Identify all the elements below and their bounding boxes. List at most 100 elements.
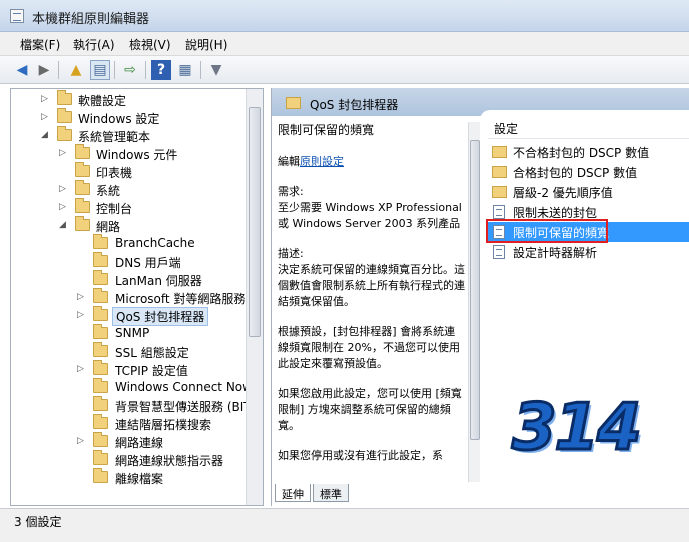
folder-icon [75, 162, 90, 177]
toolbar: ◀ ▶ ▲ ▤ ⇨ ? ▦ ▼ [0, 56, 689, 84]
column-divider [488, 138, 689, 139]
setting-icon [493, 245, 505, 259]
setting-title: 限制可保留的頻寬 [278, 123, 375, 137]
toolbar-separator [58, 61, 59, 79]
folder-icon [93, 414, 108, 429]
list-item[interactable]: 設定計時器解析 [488, 242, 689, 262]
edit-policy-link[interactable]: 原則設定 [300, 155, 344, 168]
menu-file[interactable]: 檔案(F) [20, 36, 60, 53]
folder-icon [93, 324, 108, 339]
tree-item-label: BranchCache [115, 236, 195, 250]
tree-item-label: 網路 [96, 220, 121, 234]
window-title: 本機群組原則編輯器 [32, 12, 150, 27]
folder-icon [286, 97, 301, 109]
scrollbar-thumb[interactable] [249, 107, 261, 337]
properties-icon[interactable]: ▦ [175, 60, 195, 80]
title-bar: 本機群組原則編輯器 [0, 0, 689, 32]
status-text: 3 個設定 [14, 515, 62, 529]
back-arrow-icon[interactable]: ◀ [12, 60, 32, 80]
expand-arrow-icon[interactable]: ▷ [41, 94, 51, 104]
show-hide-tree-icon[interactable]: ▤ [90, 60, 110, 80]
tree-scrollbar[interactable] [246, 89, 263, 505]
setting-icon [493, 205, 505, 219]
expand-arrow-icon[interactable]: ▷ [77, 436, 87, 446]
tree-item-label: Windows 元件 [96, 148, 178, 162]
list-item-label: 設定計時器解析 [513, 246, 598, 260]
export-list-icon[interactable]: ⇨ [120, 60, 140, 80]
collapse-arrow-icon[interactable]: ◢ [41, 130, 51, 140]
tree-item-label: Windows Connect Now [115, 380, 252, 394]
up-folder-icon[interactable]: ▲ [66, 60, 86, 80]
tree-item-label: SNMP [115, 326, 150, 340]
folder-icon [93, 450, 108, 465]
folder-icon [93, 432, 108, 447]
toolbar-separator [200, 61, 201, 79]
description-label: 描述: [278, 247, 304, 260]
list-item[interactable]: 合格封包的 DSCP 數值 [488, 162, 689, 182]
expand-arrow-icon[interactable]: ▷ [59, 202, 69, 212]
expand-arrow-icon[interactable]: ▷ [77, 310, 87, 320]
folder-icon [93, 288, 108, 303]
forward-arrow-icon[interactable]: ▶ [34, 60, 54, 80]
tree-item-label: 網路連線狀態指示器 [115, 454, 224, 468]
console-tree[interactable]: ▷ 軟體設定 ▷ Windows 設定 ◢ 系統管理範本 ▷ Windows 元… [10, 88, 264, 506]
tree-item-label: 系統管理範本 [78, 130, 151, 144]
requirement-label: 需求: [278, 185, 304, 198]
watermark-text: 314 [511, 390, 644, 467]
scrollbar-thumb[interactable] [470, 140, 480, 440]
collapse-arrow-icon[interactable]: ◢ [59, 220, 69, 230]
menu-help[interactable]: 說明(H) [185, 36, 227, 53]
folder-icon [492, 186, 507, 198]
tree-item-label: SSL 組態設定 [115, 346, 189, 360]
requirement-text: 至少需要 Windows XP Professional 或 Windows S… [278, 201, 462, 230]
folder-icon [492, 146, 507, 158]
help-icon[interactable]: ? [151, 60, 171, 80]
expand-arrow-icon[interactable]: ▷ [41, 112, 51, 122]
folder-icon [57, 108, 72, 123]
menu-view[interactable]: 檢視(V) [129, 36, 171, 53]
tree-item-label: 連結階層拓樸搜索 [115, 418, 212, 432]
filter-icon[interactable]: ▼ [206, 60, 226, 80]
folder-icon [93, 342, 108, 357]
folder-icon [93, 360, 108, 375]
highlight-box [486, 219, 608, 243]
menu-action[interactable]: 執行(A) [73, 36, 115, 53]
list-item[interactable]: 不合格封包的 DSCP 數值 [488, 142, 689, 162]
menu-bar: 檔案(F) 執行(A) 檢視(V) 說明(H) [0, 32, 689, 56]
folder-icon [75, 144, 90, 159]
folder-icon [492, 166, 507, 178]
tab-extended[interactable]: 延伸 [275, 484, 311, 502]
expand-arrow-icon[interactable]: ▷ [59, 184, 69, 194]
requirement-block: 需求: 至少需要 Windows XP Professional 或 Windo… [278, 184, 466, 232]
description-text: 決定系統可保留的連線頻寬百分比。這個數值會限制系統上所有執行程式的連結頻寬保留值… [278, 263, 465, 308]
toolbar-separator [114, 61, 115, 79]
column-header-setting[interactable]: 設定 [494, 120, 518, 137]
expand-arrow-icon[interactable]: ▷ [77, 292, 87, 302]
folder-icon [75, 216, 90, 231]
tree-item-label: LanMan 伺服器 [115, 274, 202, 288]
folder-icon [93, 378, 108, 393]
tree-item-label: 軟體設定 [78, 94, 127, 108]
description-block: 描述: 決定系統可保留的連線頻寬百分比。這個數值會限制系統上所有執行程式的連結頻… [278, 246, 466, 310]
list-item[interactable]: 層級-2 優先順序值 [488, 182, 689, 202]
tree-item-label: TCPIP 設定值 [115, 364, 188, 378]
tree-item-label: Microsoft 對等網路服務 [115, 292, 246, 306]
list-item-label: 層級-2 優先順序值 [513, 186, 613, 200]
setting-description: 限制可保留的頻寬 編輯原則設定 需求: 至少需要 Windows XP Prof… [278, 122, 466, 478]
list-item-label: 合格封包的 DSCP 數值 [513, 166, 638, 180]
toolbar-separator [145, 61, 146, 79]
folder-icon [57, 90, 72, 105]
edit-policy-line: 編輯原則設定 [278, 154, 466, 170]
tree-item-label: QoS 封包排程器 [112, 307, 209, 326]
tab-standard[interactable]: 標準 [313, 484, 349, 502]
folder-icon [93, 468, 108, 483]
folder-icon [75, 180, 90, 195]
folder-icon [93, 234, 108, 249]
tree-item-label: 離線檔案 [115, 472, 164, 486]
list-item-label: 不合格封包的 DSCP 數值 [513, 146, 650, 160]
details-header-title: QoS 封包排程器 [310, 98, 399, 112]
expand-arrow-icon[interactable]: ▷ [77, 364, 87, 374]
expand-arrow-icon[interactable]: ▷ [59, 148, 69, 158]
folder-icon [93, 270, 108, 285]
default-text: 根據預設，[封包排程器] 會將系統連線頻寬限制在 20%，不過您可以使用此設定來… [278, 325, 460, 370]
